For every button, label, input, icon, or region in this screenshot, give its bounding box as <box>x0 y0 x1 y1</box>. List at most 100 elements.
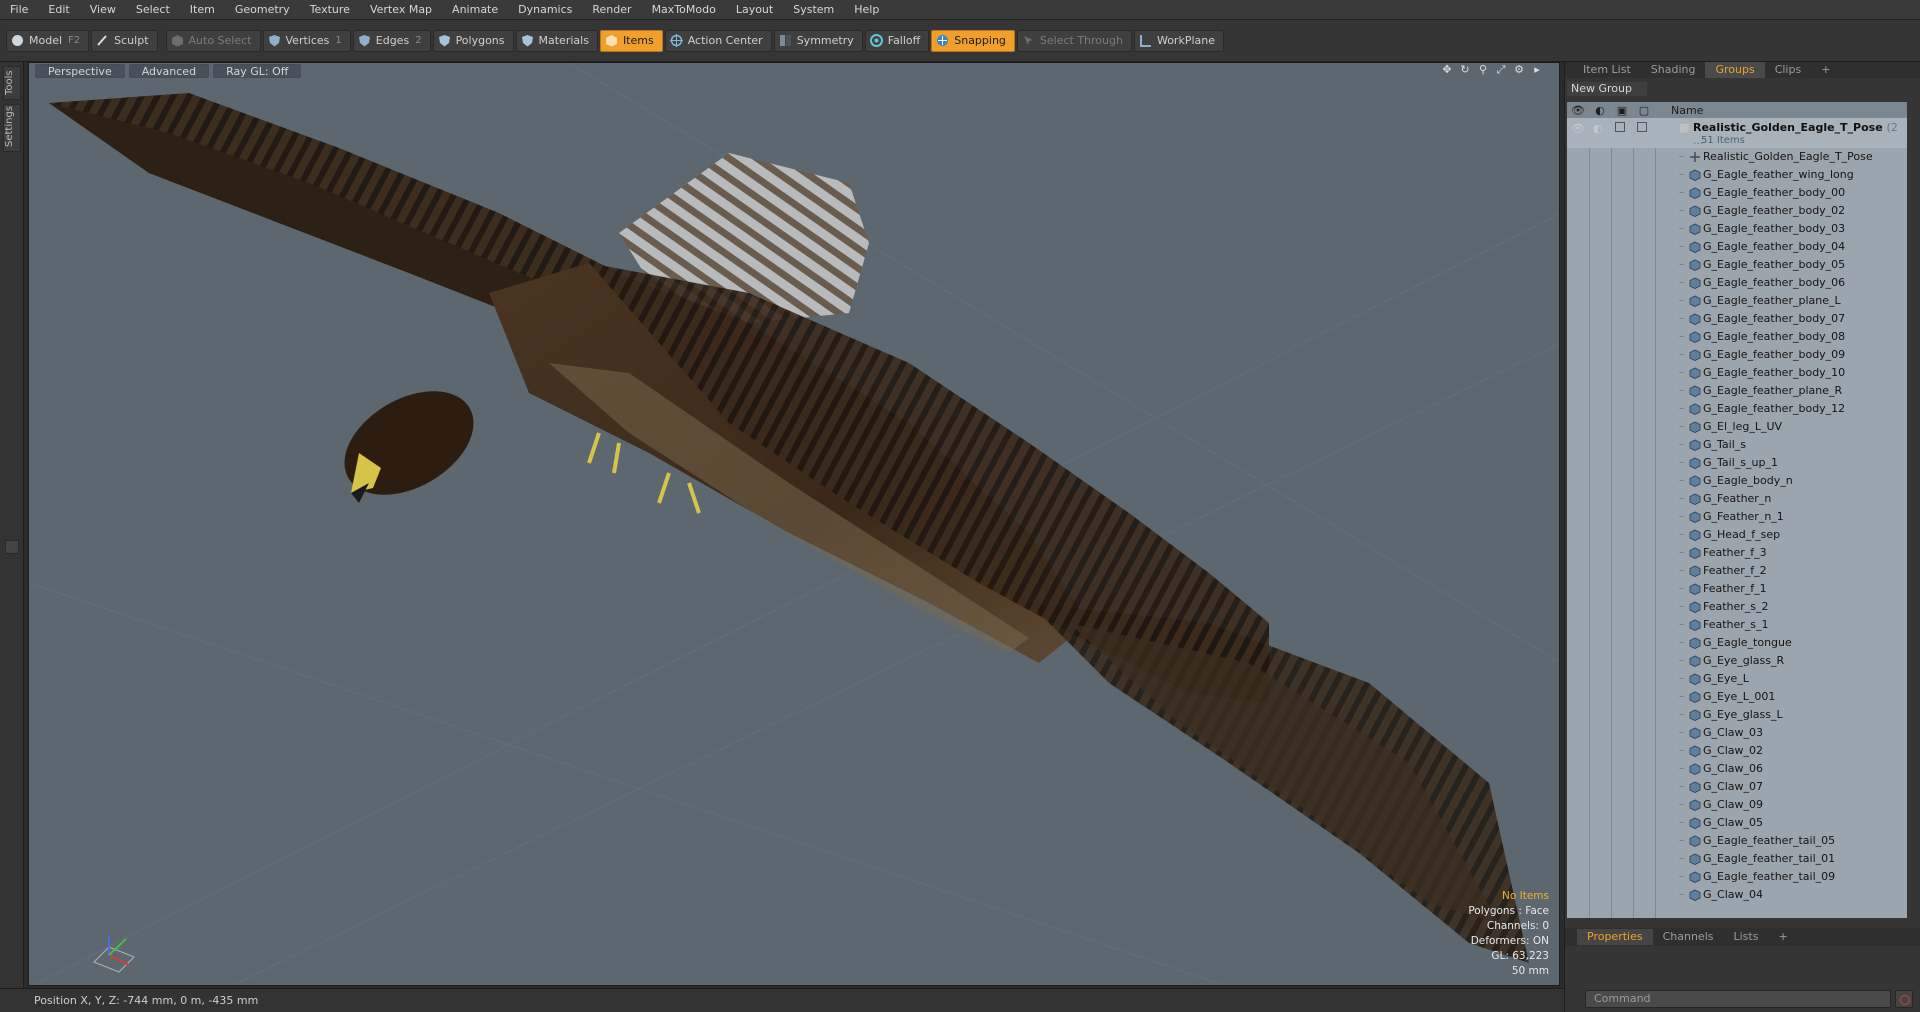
tree-item[interactable]: – G_Eagle_feather_plane_R <box>1567 382 1907 400</box>
tree-item[interactable]: – G_Eye_L_001 <box>1567 688 1907 706</box>
tree-item[interactable]: – G_Feather_n <box>1567 490 1907 508</box>
tree-item[interactable]: – G_Eagle_feather_body_04 <box>1567 238 1907 256</box>
raygl-dropdown[interactable]: Ray GL: Off <box>213 64 302 78</box>
root-render-icon[interactable]: ◐ <box>1593 122 1603 135</box>
menu-layout[interactable]: Layout <box>726 0 783 20</box>
menu-texture[interactable]: Texture <box>300 0 360 20</box>
tab-item-list[interactable]: Item List <box>1573 62 1641 78</box>
settings-tab[interactable]: Settings <box>3 104 21 152</box>
snapping-button[interactable]: Snapping <box>931 29 1015 52</box>
polygons-button[interactable]: Polygons <box>432 29 514 52</box>
tree-item[interactable]: – G_Eagle_feather_body_06 <box>1567 274 1907 292</box>
root-select-checkbox[interactable] <box>1637 122 1647 132</box>
items-button[interactable]: Items <box>599 29 663 52</box>
play-arrow-icon[interactable]: ▸ <box>1531 64 1543 76</box>
tree-item[interactable]: – G_Eagle_tongue <box>1567 634 1907 652</box>
tree-item[interactable]: – G_Eye_L <box>1567 670 1907 688</box>
tree-item[interactable]: – Feather_s_1 <box>1567 616 1907 634</box>
tree-item[interactable]: – G_Eagle_body_n <box>1567 472 1907 490</box>
tree-item[interactable]: – G_Claw_07 <box>1567 778 1907 796</box>
menu-help[interactable]: Help <box>844 0 889 20</box>
tree-item[interactable]: – G_Eagle_feather_body_08 <box>1567 328 1907 346</box>
tree-item[interactable]: – G_Eagle_feather_body_12 <box>1567 400 1907 418</box>
root-lock-checkbox[interactable] <box>1615 122 1625 132</box>
strip-toggle-button[interactable] <box>5 540 19 554</box>
prop-tab-properties[interactable]: Properties <box>1577 929 1653 945</box>
prop-tab-lists[interactable]: Lists <box>1724 929 1769 945</box>
menu-system[interactable]: System <box>783 0 844 20</box>
tree-item[interactable]: – G_Eye_glass_R <box>1567 652 1907 670</box>
tree-item[interactable]: – G_Claw_05 <box>1567 814 1907 832</box>
prop-tab-add-button[interactable]: + <box>1768 929 1797 945</box>
prop-tab-channels[interactable]: Channels <box>1653 929 1724 945</box>
vertices-button[interactable]: Vertices 1 <box>262 29 351 52</box>
tree-item[interactable]: – G_Feather_n_1 <box>1567 508 1907 526</box>
edges-button[interactable]: Edges 2 <box>352 29 431 52</box>
gear-icon[interactable]: ⚙ <box>1513 64 1525 76</box>
tree-item[interactable]: – G_Eagle_feather_body_03 <box>1567 220 1907 238</box>
tree-item[interactable]: – G_Tail_s_up_1 <box>1567 454 1907 472</box>
tree-item[interactable]: – G_Claw_09 <box>1567 796 1907 814</box>
zoom-icon[interactable]: ⚲ <box>1477 64 1489 76</box>
menu-vertex-map[interactable]: Vertex Map <box>360 0 442 20</box>
tree-item[interactable]: – G_Eagle_feather_body_00 <box>1567 184 1907 202</box>
tree-item[interactable]: – G_Eagle_feather_wing_long <box>1567 166 1907 184</box>
tree-item[interactable]: – Feather_f_1 <box>1567 580 1907 598</box>
materials-button[interactable]: Materials <box>515 29 598 52</box>
pan-icon[interactable]: ✥ <box>1441 64 1453 76</box>
menu-select[interactable]: Select <box>126 0 180 20</box>
tab-add-button[interactable]: + <box>1811 62 1840 78</box>
command-record-button[interactable] <box>1895 990 1913 1008</box>
tree-item[interactable]: – G_Eagle_feather_body_07 <box>1567 310 1907 328</box>
tree-item[interactable]: – G_Eagle_feather_tail_05 <box>1567 832 1907 850</box>
menu-animate[interactable]: Animate <box>442 0 508 20</box>
menu-dynamics[interactable]: Dynamics <box>508 0 582 20</box>
tree-item[interactable]: – G_Eagle_feather_body_02 <box>1567 202 1907 220</box>
menu-item[interactable]: Item <box>180 0 225 20</box>
render-icon[interactable]: ◐ <box>1589 102 1611 118</box>
tree-item[interactable]: – G_Claw_06 <box>1567 760 1907 778</box>
falloff-button[interactable]: Falloff <box>864 29 930 52</box>
tree-item[interactable]: – G_Eagle_feather_tail_09 <box>1567 868 1907 886</box>
menu-maxtomodo[interactable]: MaxToModo <box>642 0 726 20</box>
select-through-button[interactable]: Select Through <box>1016 29 1132 52</box>
tree-item[interactable]: – G_Eagle_feather_body_09 <box>1567 346 1907 364</box>
tree-item[interactable]: – G_Head_f_sep <box>1567 526 1907 544</box>
maximize-icon[interactable]: ⤢ <box>1495 64 1507 76</box>
menu-view[interactable]: View <box>80 0 126 20</box>
tools-tab[interactable]: Tools <box>3 66 21 100</box>
tree-item[interactable]: – G_Tail_s <box>1567 436 1907 454</box>
action-center-button[interactable]: Action Center <box>664 29 772 52</box>
tab-clips[interactable]: Clips <box>1765 62 1812 78</box>
tree-item[interactable]: – G_Claw_04 <box>1567 886 1907 904</box>
sculpt-button[interactable]: Sculpt <box>91 29 158 52</box>
tree-item[interactable]: – G_Eagle_feather_body_10 <box>1567 364 1907 382</box>
perspective-dropdown[interactable]: Perspective <box>35 64 125 78</box>
tree-item[interactable]: – G_Eagle_feather_tail_01 <box>1567 850 1907 868</box>
tree-item[interactable]: – Feather_f_2 <box>1567 562 1907 580</box>
menu-geometry[interactable]: Geometry <box>225 0 300 20</box>
tab-shading[interactable]: Shading <box>1641 62 1706 78</box>
tree-item[interactable]: – G_Eagle_feather_body_05 <box>1567 256 1907 274</box>
visibility-eye-icon[interactable]: 👁 <box>1567 102 1589 118</box>
auto-select-button[interactable]: Auto Select <box>165 29 261 52</box>
command-input[interactable]: Command <box>1585 990 1891 1008</box>
column-name[interactable]: Name <box>1671 104 1703 117</box>
3d-viewport[interactable]: Perspective Advanced Ray GL: Off ✥ ↻ ⚲ ⤢… <box>28 62 1560 986</box>
tree-item[interactable]: – G_El_leg_L_UV <box>1567 418 1907 436</box>
group-root[interactable]: 👁 ◐ ▦ Realistic_Golden_Eagle_T_Pose (2 .… <box>1567 118 1907 148</box>
tab-groups[interactable]: Groups <box>1705 62 1765 78</box>
new-group-button[interactable]: New Group <box>1567 82 1647 96</box>
eagle-model-render[interactable] <box>29 63 1560 986</box>
tree-item[interactable]: – Feather_f_3 <box>1567 544 1907 562</box>
model-button[interactable]: Model F2 <box>6 29 90 52</box>
rotate-icon[interactable]: ↻ <box>1459 64 1471 76</box>
symmetry-button[interactable]: Symmetry <box>773 29 863 52</box>
tree-item[interactable]: – G_Eagle_feather_plane_L <box>1567 292 1907 310</box>
advanced-dropdown[interactable]: Advanced <box>128 64 210 78</box>
tree-item[interactable]: – G_Claw_02 <box>1567 742 1907 760</box>
tree-item[interactable]: – Realistic_Golden_Eagle_T_Pose <box>1567 148 1907 166</box>
tree-item[interactable]: – Feather_s_2 <box>1567 598 1907 616</box>
tree-item[interactable]: – G_Eye_glass_L <box>1567 706 1907 724</box>
workplane-button[interactable]: WorkPlane <box>1133 29 1224 52</box>
